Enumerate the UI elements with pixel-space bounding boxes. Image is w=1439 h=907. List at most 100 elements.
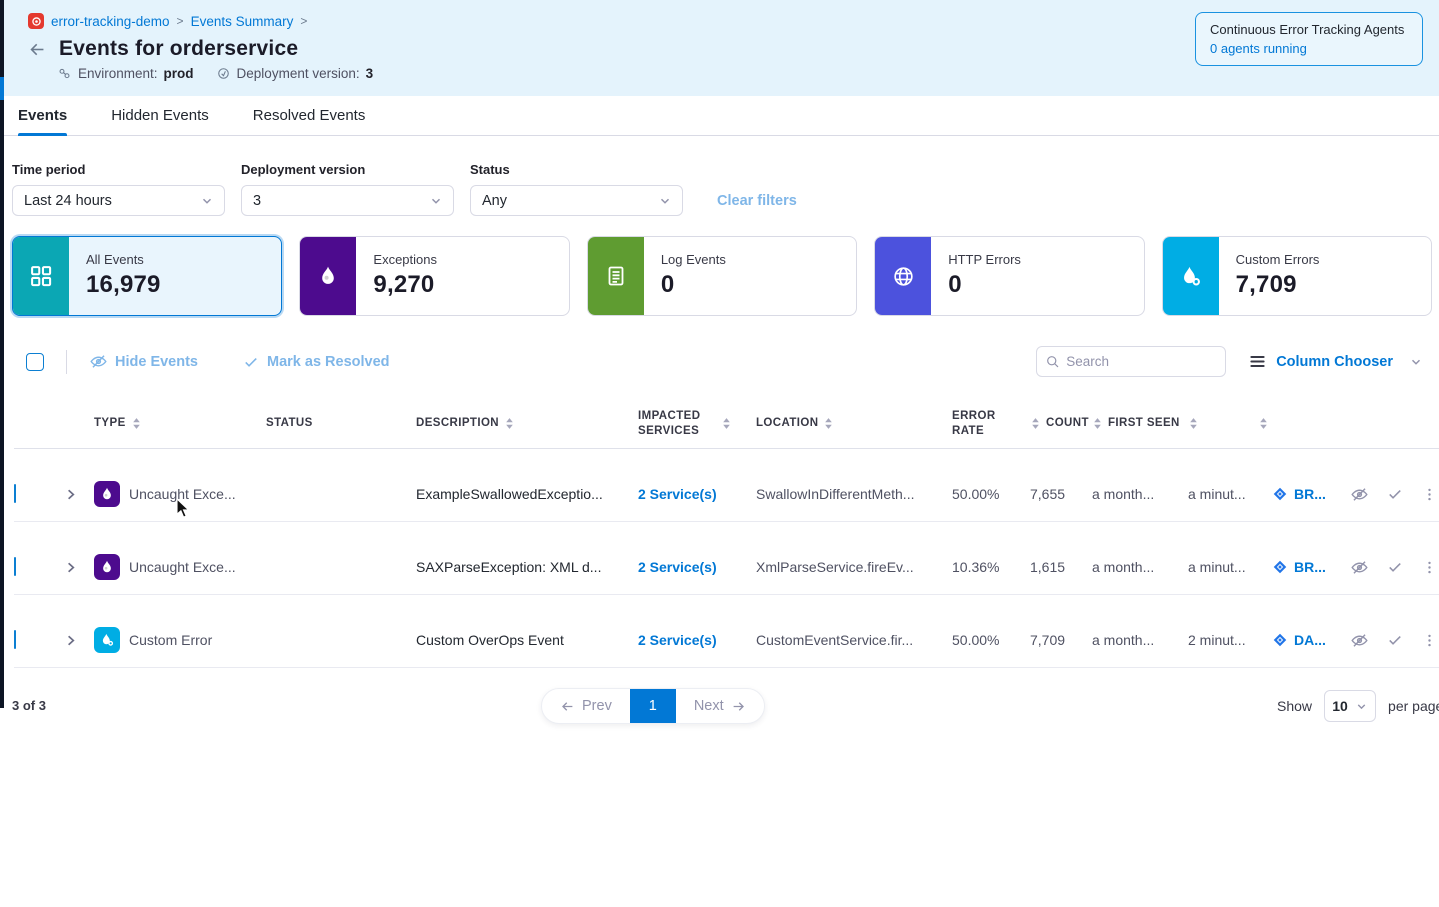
column-header-count[interactable]: COUNT [1024,416,1086,431]
event-location: XmlParseService.fireEv... [750,559,946,575]
ticket-link[interactable]: BR... [1294,559,1326,575]
collapsed-nav-edge[interactable] [0,0,4,708]
table-header-row: TYPE STATUS DESCRIPTION IMPACTED SERVICE… [14,399,1439,449]
pager: Prev 1 Next [541,688,765,724]
globe-icon [875,237,931,315]
impacted-services-link[interactable]: 2 Service(s) [638,559,717,575]
time-period-label: Time period [12,162,225,177]
column-header-error-rate[interactable]: ERROR RATE [946,409,1008,439]
hide-event-icon[interactable] [1350,558,1369,577]
hamburger-icon [1248,352,1267,371]
sort-icon[interactable] [1258,417,1269,430]
sort-icon[interactable] [504,417,515,430]
stat-card-http-errors[interactable]: HTTP Errors 0 [874,236,1144,316]
chevron-down-icon [1409,355,1423,369]
column-header-last-seen[interactable] [1182,417,1266,430]
sort-icon[interactable] [721,417,732,430]
event-error-rate: 50.00% [946,632,1024,648]
event-count: 7,709 [1024,632,1086,648]
ticket-link[interactable]: BR... [1294,486,1326,502]
next-page-button[interactable]: Next [676,689,764,723]
row-checkbox[interactable] [14,630,16,649]
clear-filters-button[interactable]: Clear filters [717,193,797,209]
flame-icon [94,554,120,580]
table-row[interactable]: Uncaught Exce... SAXParseException: XML … [14,540,1439,595]
stat-card-label: Custom Errors [1236,252,1320,267]
hide-event-icon[interactable] [1350,631,1369,650]
show-label: Show [1277,698,1312,714]
table-row[interactable]: Custom Error Custom OverOps Event 2 Serv… [14,613,1439,668]
row-menu-icon[interactable] [1421,486,1438,503]
impacted-services-link[interactable]: 2 Service(s) [638,632,717,648]
resolve-event-icon[interactable] [1386,485,1404,503]
event-type: Uncaught Exce... [129,486,236,502]
stat-card-custom-errors[interactable]: Custom Errors 7,709 [1162,236,1432,316]
sort-icon[interactable] [1188,417,1199,430]
document-icon [588,237,644,315]
column-header-first-seen[interactable]: FIRST SEEN [1086,416,1182,431]
chevron-down-icon [658,194,672,208]
event-description: SAXParseException: XML d... [410,559,632,575]
sort-icon[interactable] [823,417,834,430]
flame-icon [300,237,356,315]
breadcrumb-section-link[interactable]: Events Summary [191,14,294,29]
ticket-link[interactable]: DA... [1294,632,1326,648]
expand-row-icon[interactable] [52,560,88,575]
impacted-services-link[interactable]: 2 Service(s) [638,486,717,502]
table-row[interactable]: Uncaught Exce... ExampleSwallowedExcepti… [14,467,1439,522]
tab-events[interactable]: Events [18,96,67,135]
page-header: error-tracking-demo > Events Summary > E… [0,0,1439,96]
event-first-seen: a month... [1086,559,1182,575]
event-type: Custom Error [129,632,212,648]
expand-row-icon[interactable] [52,487,88,502]
mark-resolved-button[interactable]: Mark as Resolved [242,353,390,371]
stat-card-label: HTTP Errors [948,252,1021,267]
page-size-select[interactable]: 10 [1324,690,1376,722]
hide-events-button[interactable]: Hide Events [89,352,198,371]
column-header-description[interactable]: DESCRIPTION [410,416,632,431]
expand-row-icon[interactable] [52,633,88,648]
back-arrow-icon[interactable] [28,40,47,59]
event-error-rate: 50.00% [946,486,1024,502]
flame-gear-icon [94,627,120,653]
select-all-checkbox[interactable] [26,353,44,371]
page-summary: 3 of 3 [12,698,46,713]
current-page-button[interactable]: 1 [630,689,676,723]
sort-icon[interactable] [131,417,142,430]
event-first-seen: a month... [1086,486,1182,502]
error-tracking-logo-icon [28,13,44,29]
status-select[interactable]: Any [470,185,683,216]
chevron-down-icon [1355,700,1368,713]
tab-resolved-events[interactable]: Resolved Events [253,96,366,135]
column-chooser-button[interactable]: Column Chooser [1248,352,1423,371]
event-location: SwallowInDifferentMeth... [750,486,946,502]
flame-gear-icon [1163,237,1219,315]
hide-event-icon[interactable] [1350,485,1369,504]
stat-card-log-events[interactable]: Log Events 0 [587,236,857,316]
resolve-event-icon[interactable] [1386,631,1404,649]
agents-status-card[interactable]: Continuous Error Tracking Agents 0 agent… [1195,12,1423,66]
time-period-select[interactable]: Last 24 hours [12,185,225,216]
prev-page-button[interactable]: Prev [542,689,630,723]
row-menu-icon[interactable] [1421,632,1438,649]
stat-card-all-events[interactable]: All Events 16,979 [12,236,282,316]
resolve-event-icon[interactable] [1386,558,1404,576]
row-checkbox[interactable] [14,557,16,576]
deployment-version-select[interactable]: 3 [241,185,454,216]
column-header-impacted-services[interactable]: IMPACTED SERVICES [632,409,732,439]
sort-icon[interactable] [1092,417,1103,430]
filters-row: Time period Last 24 hours Deployment ver… [0,136,1439,216]
sort-icon[interactable] [1030,417,1041,430]
event-description: Custom OverOps Event [410,632,632,648]
breadcrumb-project-link[interactable]: error-tracking-demo [51,14,170,29]
stat-card-exceptions[interactable]: Exceptions 9,270 [299,236,569,316]
event-count: 7,655 [1024,486,1086,502]
row-checkbox[interactable] [14,484,16,503]
agents-running-link[interactable]: 0 agents running [1210,41,1408,56]
tab-hidden-events[interactable]: Hidden Events [111,96,209,135]
search-input[interactable] [1066,354,1217,369]
row-menu-icon[interactable] [1421,559,1438,576]
stat-card-value: 0 [948,271,1021,299]
column-header-type[interactable]: TYPE [88,416,258,431]
column-header-location[interactable]: LOCATION [750,416,946,431]
